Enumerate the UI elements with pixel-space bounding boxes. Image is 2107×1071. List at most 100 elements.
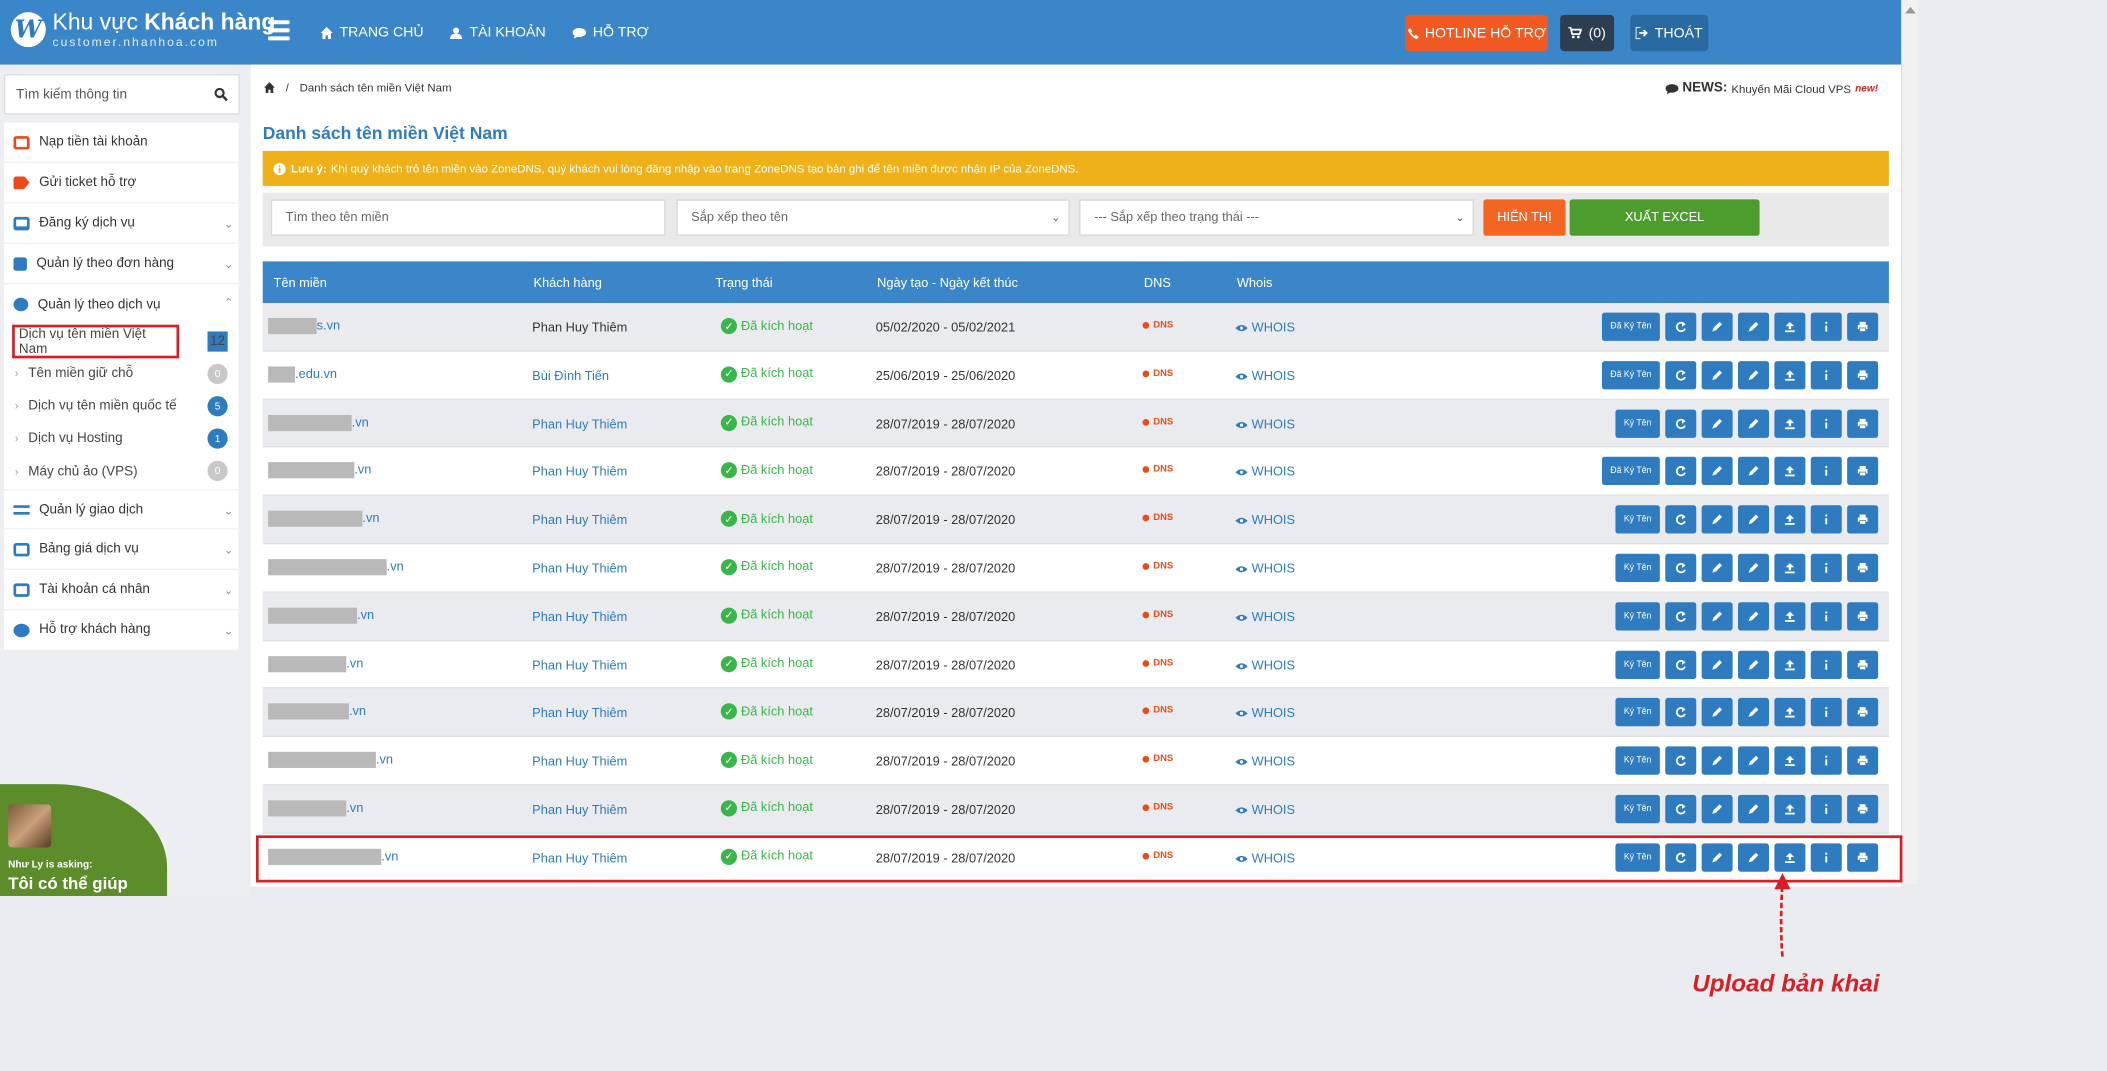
refresh-button[interactable] [1665,843,1697,872]
pencil-button[interactable] [1701,505,1733,534]
print-button[interactable] [1847,553,1879,583]
pencil-button[interactable] [1738,457,1770,486]
info-button[interactable] [1810,312,1842,341]
home-icon[interactable] [264,82,275,93]
sign-button[interactable]: Ký Tên [1615,746,1660,775]
dns-cell[interactable]: DNS [1142,706,1173,716]
pencil-button[interactable] [1701,553,1733,583]
sign-button[interactable]: Đã Ký Tên [1601,360,1660,390]
domain-cell[interactable]: .edu.vn [268,366,337,383]
print-button[interactable] [1847,312,1879,341]
scroll-up-icon[interactable] [1905,3,1916,14]
search-icon[interactable] [214,87,228,102]
search-input[interactable]: Tìm kiếm thông tin [16,87,127,102]
sidebar-item-transactions[interactable]: Quản lý giao dịch ⌄ [4,489,239,530]
customer-cell[interactable]: Phan Huy Thiêm [532,803,627,818]
refresh-button[interactable] [1665,312,1697,341]
upload-button[interactable] [1774,409,1806,438]
domain-search-input[interactable]: Tìm theo tên miền [270,199,666,236]
upload-button[interactable] [1774,553,1806,583]
refresh-button[interactable] [1665,505,1697,534]
sign-button[interactable]: Ký Tên [1615,650,1660,679]
upload-button[interactable] [1774,457,1806,486]
info-button[interactable] [1810,457,1842,486]
domain-cell[interactable]: .vn [268,848,398,865]
dns-cell[interactable]: DNS [1142,321,1173,330]
upload-button[interactable] [1774,794,1806,824]
pencil-button[interactable] [1738,409,1770,438]
refresh-button[interactable] [1665,553,1697,583]
pencil-button[interactable] [1738,312,1770,341]
info-button[interactable] [1810,601,1842,631]
pencil-button[interactable] [1701,409,1733,438]
customer-cell[interactable]: Phan Huy Thiêm [532,610,627,625]
col-status[interactable]: Trạng thái [715,276,772,291]
submenu-item-vn-domains[interactable]: Dịch vụ tên miền Việt Nam [12,324,180,359]
whois-link[interactable]: WHOIS [1235,321,1295,335]
whois-link[interactable]: WHOIS [1235,706,1295,721]
pencil-button[interactable] [1701,794,1733,824]
sign-button[interactable]: Ký Tên [1615,409,1660,438]
dns-cell[interactable]: DNS [1142,417,1173,427]
sign-button[interactable]: Đã Ký Tên [1601,457,1660,486]
sort-select[interactable]: Sắp xếp theo tên ⌄ [676,199,1070,236]
pencil-button[interactable] [1701,746,1733,775]
upload-button[interactable] [1774,312,1806,341]
refresh-button[interactable] [1665,457,1697,486]
pencil-button[interactable] [1738,746,1770,775]
pencil-button[interactable] [1738,794,1770,824]
sign-button[interactable]: Ký Tên [1615,794,1660,824]
col-whois[interactable]: Whois [1237,276,1273,291]
col-domain[interactable]: Tên miền [274,276,327,291]
customer-cell[interactable]: Phan Huy Thiêm [532,658,627,673]
upload-button[interactable] [1774,843,1806,872]
sidebar-search[interactable]: Tìm kiếm thông tin [4,74,240,115]
refresh-button[interactable] [1665,360,1697,390]
cart-button[interactable]: (0) [1560,14,1615,52]
domain-cell[interactable]: .vn [268,510,380,528]
submenu-item-reserved-domains[interactable]: › Tên miền giữ chỗ 0 [4,357,238,389]
whois-link[interactable]: WHOIS [1235,851,1295,866]
pencil-button[interactable] [1738,601,1770,631]
chat-widget[interactable]: Như Ly is asking: Tôi có thể giúp [0,784,168,896]
print-button[interactable] [1847,650,1879,679]
sidebar-item-register[interactable]: Đăng ký dịch vụ ⌄ [4,203,239,244]
pencil-button[interactable] [1701,601,1733,631]
pencil-button[interactable] [1701,650,1733,679]
dns-cell[interactable]: DNS [1142,610,1173,619]
customer-cell[interactable]: Phan Huy Thiêm [532,562,627,577]
pencil-button[interactable] [1701,698,1733,727]
whois-link[interactable]: WHOIS [1235,417,1295,432]
logo[interactable]: W Khu vực Khách hàng customer.nhanhoa.co… [10,11,275,49]
dns-cell[interactable]: DNS [1142,658,1173,668]
nav-account[interactable]: TÀI KHOẢN [450,24,546,40]
submenu-item-hosting[interactable]: › Dịch vụ Hosting 1 [4,422,238,454]
whois-link[interactable]: WHOIS [1235,755,1295,770]
dns-cell[interactable]: DNS [1142,514,1173,523]
nav-home[interactable]: TRANG CHỦ [320,24,424,40]
sign-button[interactable]: Ký Tên [1615,505,1660,534]
sign-button[interactable]: Ký Tên [1615,553,1660,583]
pencil-button[interactable] [1701,457,1733,486]
sidebar-item-pricing[interactable]: Bảng giá dịch vụ ⌄ [4,529,239,570]
dns-cell[interactable]: DNS [1142,465,1173,475]
dns-cell[interactable]: DNS [1142,851,1173,861]
domain-cell[interactable]: .vn [268,752,393,769]
domain-cell[interactable]: .vn [268,655,363,672]
sign-button[interactable]: Đã Ký Tên [1601,312,1660,341]
col-dates[interactable]: Ngày tạo - Ngày kết thúc [877,276,1018,291]
hotline-button[interactable]: HOTLINE HỖ TRỢ [1405,14,1549,52]
print-button[interactable] [1847,505,1879,534]
domain-cell[interactable]: .vn [268,414,369,431]
customer-cell[interactable]: Phan Huy Thiêm [532,755,627,770]
print-button[interactable] [1847,698,1879,727]
domain-cell[interactable]: .vn [268,559,404,576]
print-button[interactable] [1847,746,1879,775]
domain-cell[interactable]: s.vn [268,317,340,335]
show-button[interactable]: HIỂN THỊ [1483,199,1566,236]
whois-link[interactable]: WHOIS [1235,562,1295,577]
info-button[interactable] [1810,843,1842,872]
refresh-button[interactable] [1665,650,1697,679]
whois-link[interactable]: WHOIS [1235,658,1295,673]
pencil-button[interactable] [1738,553,1770,583]
